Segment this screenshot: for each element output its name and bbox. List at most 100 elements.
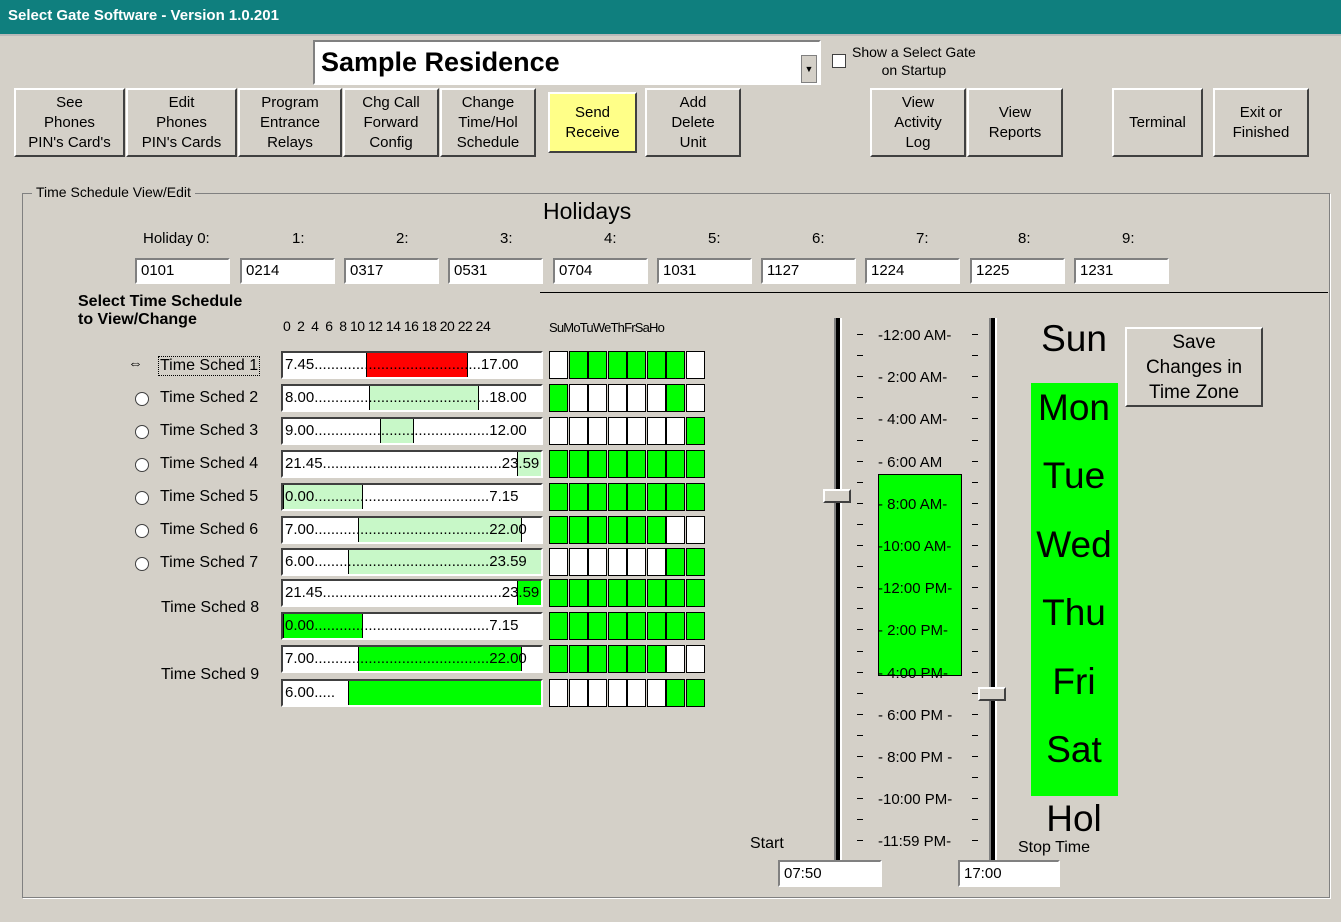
day-cell[interactable]	[666, 679, 685, 707]
schedule-bar[interactable]: 6.00.....	[281, 679, 543, 707]
day-cell[interactable]	[685, 384, 705, 412]
day-cell[interactable]	[627, 612, 646, 640]
day-cell[interactable]	[627, 645, 646, 673]
day-cell[interactable]	[685, 450, 705, 478]
day-cell[interactable]	[568, 612, 588, 640]
day-cell[interactable]	[568, 384, 588, 412]
see-phones-button[interactable]: See Phones PIN's Card's	[14, 88, 125, 157]
time-schedule-button[interactable]: Change Time/Hol Schedule	[440, 88, 536, 157]
holiday-field[interactable]: 0531	[448, 258, 543, 284]
day-cell[interactable]	[685, 548, 705, 576]
day-cell[interactable]	[549, 548, 568, 576]
schedule-bar[interactable]: 6.00....................................…	[281, 548, 543, 576]
day-cell[interactable]	[646, 384, 666, 412]
schedule-radio[interactable]	[135, 425, 149, 439]
day-cell[interactable]	[568, 516, 588, 544]
day-cell[interactable]	[549, 645, 568, 673]
day-cell[interactable]	[568, 417, 588, 445]
day-cell[interactable]	[685, 645, 705, 673]
day-cell[interactable]	[588, 612, 607, 640]
day-cell[interactable]	[685, 483, 705, 511]
day-cell[interactable]	[685, 351, 705, 379]
startup-checkbox[interactable]	[832, 54, 846, 68]
holiday-field[interactable]: 0317	[344, 258, 439, 284]
holiday-field[interactable]: 1225	[970, 258, 1065, 284]
day-cell[interactable]	[588, 351, 607, 379]
day-cell[interactable]	[627, 384, 646, 412]
day-cell[interactable]	[588, 384, 607, 412]
day-cell[interactable]	[568, 351, 588, 379]
schedule-label[interactable]: Time Sched 5	[160, 488, 258, 506]
day-cell[interactable]	[627, 548, 646, 576]
day-cell[interactable]	[646, 679, 666, 707]
schedule-bar[interactable]: 7.00....................................…	[281, 516, 543, 544]
day-cell[interactable]	[666, 548, 685, 576]
day-cell[interactable]	[588, 417, 607, 445]
day-cell[interactable]	[646, 417, 666, 445]
day-cell[interactable]	[549, 679, 568, 707]
day-cell[interactable]	[646, 548, 666, 576]
day-cell[interactable]	[646, 645, 666, 673]
day-cell[interactable]	[549, 516, 568, 544]
schedule-label[interactable]: Time Sched 7	[160, 554, 258, 572]
day-cell[interactable]	[607, 450, 627, 478]
day-cell[interactable]	[607, 612, 627, 640]
schedule-bar[interactable]: 8.00....................................…	[281, 384, 543, 412]
day-cell[interactable]	[666, 483, 685, 511]
day-cell[interactable]	[588, 579, 607, 607]
day-cell[interactable]	[549, 450, 568, 478]
schedule-bar[interactable]: 0.00....................................…	[281, 483, 543, 511]
day-cell[interactable]	[607, 351, 627, 379]
day-cell[interactable]	[685, 679, 705, 707]
day-cell[interactable]	[685, 612, 705, 640]
schedule-bar[interactable]: 9.00....................................…	[281, 417, 543, 445]
holiday-field[interactable]: 1231	[1074, 258, 1169, 284]
day-cell[interactable]	[666, 645, 685, 673]
day-cell[interactable]	[549, 579, 568, 607]
day-cell[interactable]	[666, 579, 685, 607]
day-cell[interactable]	[627, 417, 646, 445]
chevron-down-icon[interactable]: ▼	[801, 55, 817, 83]
day-cell[interactable]	[588, 548, 607, 576]
schedule-label[interactable]: Time Sched 2	[160, 389, 258, 407]
schedule-bar[interactable]: 7.45....................................…	[281, 351, 543, 379]
day-cell[interactable]	[607, 417, 627, 445]
day-cell[interactable]	[588, 516, 607, 544]
schedule-bar[interactable]: 7.00....................................…	[281, 645, 543, 673]
day-cell[interactable]	[607, 483, 627, 511]
holiday-field[interactable]: 1127	[761, 258, 856, 284]
view-reports-button[interactable]: View Reports	[967, 88, 1063, 157]
schedule-radio[interactable]	[135, 524, 149, 538]
holiday-field[interactable]: 0101	[135, 258, 230, 284]
day-cell[interactable]	[685, 579, 705, 607]
send-receive-button[interactable]: Send Receive	[548, 92, 637, 153]
day-cell[interactable]	[666, 516, 685, 544]
day-cell[interactable]	[627, 351, 646, 379]
day-cell[interactable]	[607, 679, 627, 707]
start-time-field[interactable]: 07:50	[778, 860, 882, 887]
day-cell[interactable]	[627, 579, 646, 607]
day-cell[interactable]	[588, 645, 607, 673]
schedule-radio[interactable]	[135, 458, 149, 472]
view-activity-log-button[interactable]: View Activity Log	[870, 88, 966, 157]
holiday-field[interactable]: 0214	[240, 258, 335, 284]
day-cell[interactable]	[685, 417, 705, 445]
schedule-label[interactable]: Time Sched 1	[158, 356, 261, 376]
day-cell[interactable]	[607, 516, 627, 544]
day-cell[interactable]	[588, 450, 607, 478]
day-cell[interactable]	[549, 417, 568, 445]
residence-dropdown[interactable]: Sample Residence ▼	[313, 40, 821, 85]
day-cell[interactable]	[666, 384, 685, 412]
day-cell[interactable]	[549, 351, 568, 379]
holiday-field[interactable]: 0704	[553, 258, 648, 284]
schedule-label[interactable]: Time Sched 6	[160, 521, 258, 539]
terminal-button[interactable]: Terminal	[1112, 88, 1203, 157]
schedule-label[interactable]: Time Sched 3	[160, 422, 258, 440]
day-cell[interactable]	[607, 579, 627, 607]
day-cell[interactable]	[627, 483, 646, 511]
stop-slider-thumb[interactable]	[978, 687, 1006, 701]
day-cell[interactable]	[666, 417, 685, 445]
day-cell[interactable]	[627, 679, 646, 707]
day-cell[interactable]	[588, 483, 607, 511]
program-relays-button[interactable]: Program Entrance Relays	[238, 88, 342, 157]
